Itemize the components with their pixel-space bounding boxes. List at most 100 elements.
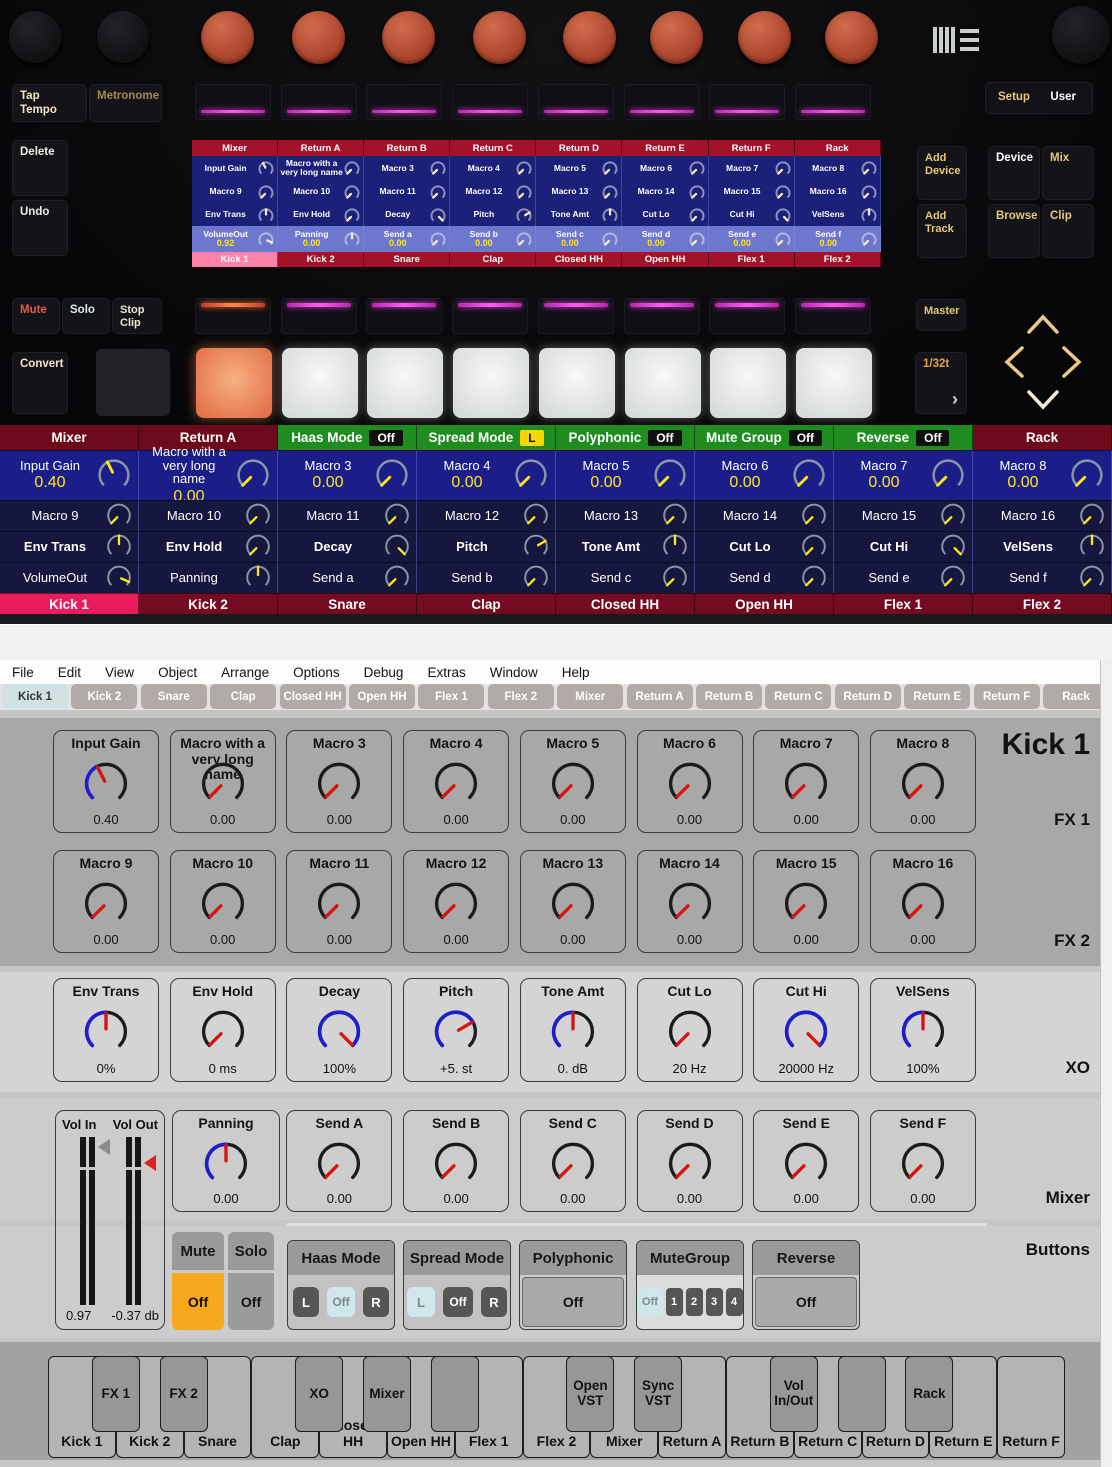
grid-knob[interactable] bbox=[660, 499, 690, 534]
tab-flex-2[interactable]: Flex 2 bbox=[488, 684, 554, 709]
mutegroup-1-button[interactable]: 1 bbox=[666, 1288, 683, 1316]
spread-l-button[interactable]: L bbox=[407, 1287, 435, 1317]
grid-knob[interactable] bbox=[928, 453, 968, 498]
knob[interactable] bbox=[896, 1002, 950, 1061]
grid-knob[interactable] bbox=[243, 561, 273, 596]
macro-encoder-knob[interactable] bbox=[650, 11, 703, 64]
grid-knob[interactable] bbox=[660, 530, 690, 565]
track-select-button[interactable] bbox=[452, 298, 528, 334]
knob[interactable] bbox=[546, 1002, 600, 1061]
macro-encoder-knob[interactable] bbox=[738, 11, 791, 64]
grid-knob[interactable] bbox=[243, 530, 273, 565]
black-key[interactable]: XO bbox=[295, 1356, 343, 1432]
grid-knob[interactable] bbox=[650, 453, 690, 498]
knob[interactable] bbox=[663, 1134, 717, 1193]
grid-pad-button[interactable]: Kick 2 bbox=[139, 593, 278, 614]
knob[interactable] bbox=[779, 754, 833, 813]
black-key[interactable] bbox=[431, 1356, 479, 1432]
tap-tempo-button[interactable]: Tap Tempo bbox=[12, 84, 87, 122]
knob[interactable] bbox=[429, 874, 483, 933]
knob[interactable] bbox=[79, 874, 133, 933]
white-key[interactable]: Return F bbox=[997, 1356, 1065, 1458]
knob[interactable] bbox=[312, 754, 366, 813]
knob[interactable] bbox=[196, 874, 250, 933]
tab-flex-1[interactable]: Flex 1 bbox=[418, 684, 484, 709]
grid-pad-button[interactable]: Kick 1 bbox=[0, 593, 139, 614]
tab-return-f[interactable]: Return F bbox=[974, 684, 1040, 709]
track-select-button[interactable] bbox=[624, 298, 700, 334]
grid-knob[interactable] bbox=[372, 453, 412, 498]
knob[interactable] bbox=[429, 1134, 483, 1193]
grid-knob[interactable] bbox=[382, 499, 412, 534]
undo-button[interactable]: Undo bbox=[12, 200, 68, 256]
mute-button[interactable]: Mute bbox=[12, 298, 60, 334]
display-select-button[interactable] bbox=[709, 84, 785, 120]
macro-encoder-knob[interactable] bbox=[473, 11, 526, 64]
haas-r-button[interactable]: R bbox=[363, 1287, 389, 1317]
vol-in-handle[interactable] bbox=[98, 1139, 110, 1155]
knob[interactable] bbox=[546, 754, 600, 813]
tab-clap[interactable]: Clap bbox=[210, 684, 276, 709]
knob[interactable] bbox=[546, 874, 600, 933]
black-key[interactable]: Vol In/Out bbox=[770, 1356, 818, 1432]
display-select-button[interactable] bbox=[281, 84, 357, 120]
grid-pad-button[interactable]: Flex 1 bbox=[834, 593, 973, 614]
grid-knob[interactable] bbox=[938, 499, 968, 534]
knob[interactable] bbox=[779, 1134, 833, 1193]
grid-knob[interactable] bbox=[243, 499, 273, 534]
display-select-button[interactable] bbox=[366, 84, 442, 120]
tab-return-a[interactable]: Return A bbox=[627, 684, 693, 709]
polyphonic-state-button[interactable]: Off bbox=[522, 1277, 624, 1327]
drum-pad[interactable] bbox=[539, 348, 615, 418]
mutegroup-4-button[interactable]: 4 bbox=[726, 1288, 743, 1316]
stop-clip-button[interactable]: Stop Clip bbox=[112, 298, 162, 334]
display-select-button[interactable] bbox=[195, 84, 271, 120]
tab-kick-2[interactable]: Kick 2 bbox=[71, 684, 137, 709]
add-device-button[interactable]: Add Device bbox=[917, 146, 967, 200]
mutegroup-2-button[interactable]: 2 bbox=[686, 1288, 703, 1316]
black-key[interactable]: Sync VST bbox=[634, 1356, 682, 1432]
master-button[interactable]: Master bbox=[916, 299, 966, 331]
mute-state-button[interactable]: Off bbox=[172, 1273, 224, 1330]
track-select-button[interactable] bbox=[709, 298, 785, 334]
tab-mixer[interactable]: Mixer bbox=[557, 684, 623, 709]
spread-off-button[interactable]: Off bbox=[443, 1287, 473, 1317]
grid-knob[interactable] bbox=[104, 530, 134, 565]
drum-pad[interactable] bbox=[796, 348, 872, 418]
add-track-button[interactable]: Add Track bbox=[917, 204, 967, 258]
display-select-button[interactable] bbox=[795, 84, 871, 120]
knob[interactable] bbox=[663, 874, 717, 933]
menu-file[interactable]: File bbox=[12, 665, 34, 680]
tab-return-c[interactable]: Return C bbox=[765, 684, 831, 709]
knob[interactable] bbox=[196, 754, 250, 813]
haas-off-button[interactable]: Off bbox=[327, 1287, 355, 1317]
encoder-knob[interactable] bbox=[1052, 6, 1110, 64]
knob[interactable] bbox=[312, 874, 366, 933]
track-select-button[interactable] bbox=[366, 298, 442, 334]
knob[interactable] bbox=[896, 1134, 950, 1193]
grid-knob[interactable] bbox=[511, 453, 551, 498]
mutegroup-off-button[interactable]: Off bbox=[638, 1288, 663, 1316]
knob[interactable] bbox=[312, 1002, 366, 1061]
setup-button[interactable]: Setup bbox=[998, 91, 1030, 105]
vol-out-handle[interactable] bbox=[144, 1155, 156, 1171]
macro-encoder-knob[interactable] bbox=[563, 11, 616, 64]
menu-help[interactable]: Help bbox=[562, 665, 590, 680]
tab-open-hh[interactable]: Open HH bbox=[349, 684, 415, 709]
grid-knob[interactable] bbox=[521, 499, 551, 534]
grid-knob[interactable] bbox=[233, 453, 273, 498]
note-repeat-button[interactable]: 1/32t › bbox=[915, 352, 967, 414]
mutegroup-3-button[interactable]: 3 bbox=[706, 1288, 723, 1316]
knob[interactable] bbox=[312, 1134, 366, 1193]
grid-knob[interactable] bbox=[799, 561, 829, 596]
solo-state-button[interactable]: Off bbox=[228, 1273, 274, 1330]
knob[interactable] bbox=[663, 754, 717, 813]
menu-extras[interactable]: Extras bbox=[427, 665, 465, 680]
spread-r-button[interactable]: R bbox=[481, 1287, 507, 1317]
grid-knob[interactable] bbox=[382, 530, 412, 565]
macro-encoder-knob[interactable] bbox=[382, 11, 435, 64]
knob[interactable] bbox=[663, 1002, 717, 1061]
black-key[interactable] bbox=[838, 1356, 886, 1432]
black-key[interactable]: Rack bbox=[905, 1356, 953, 1432]
menu-debug[interactable]: Debug bbox=[364, 665, 404, 680]
